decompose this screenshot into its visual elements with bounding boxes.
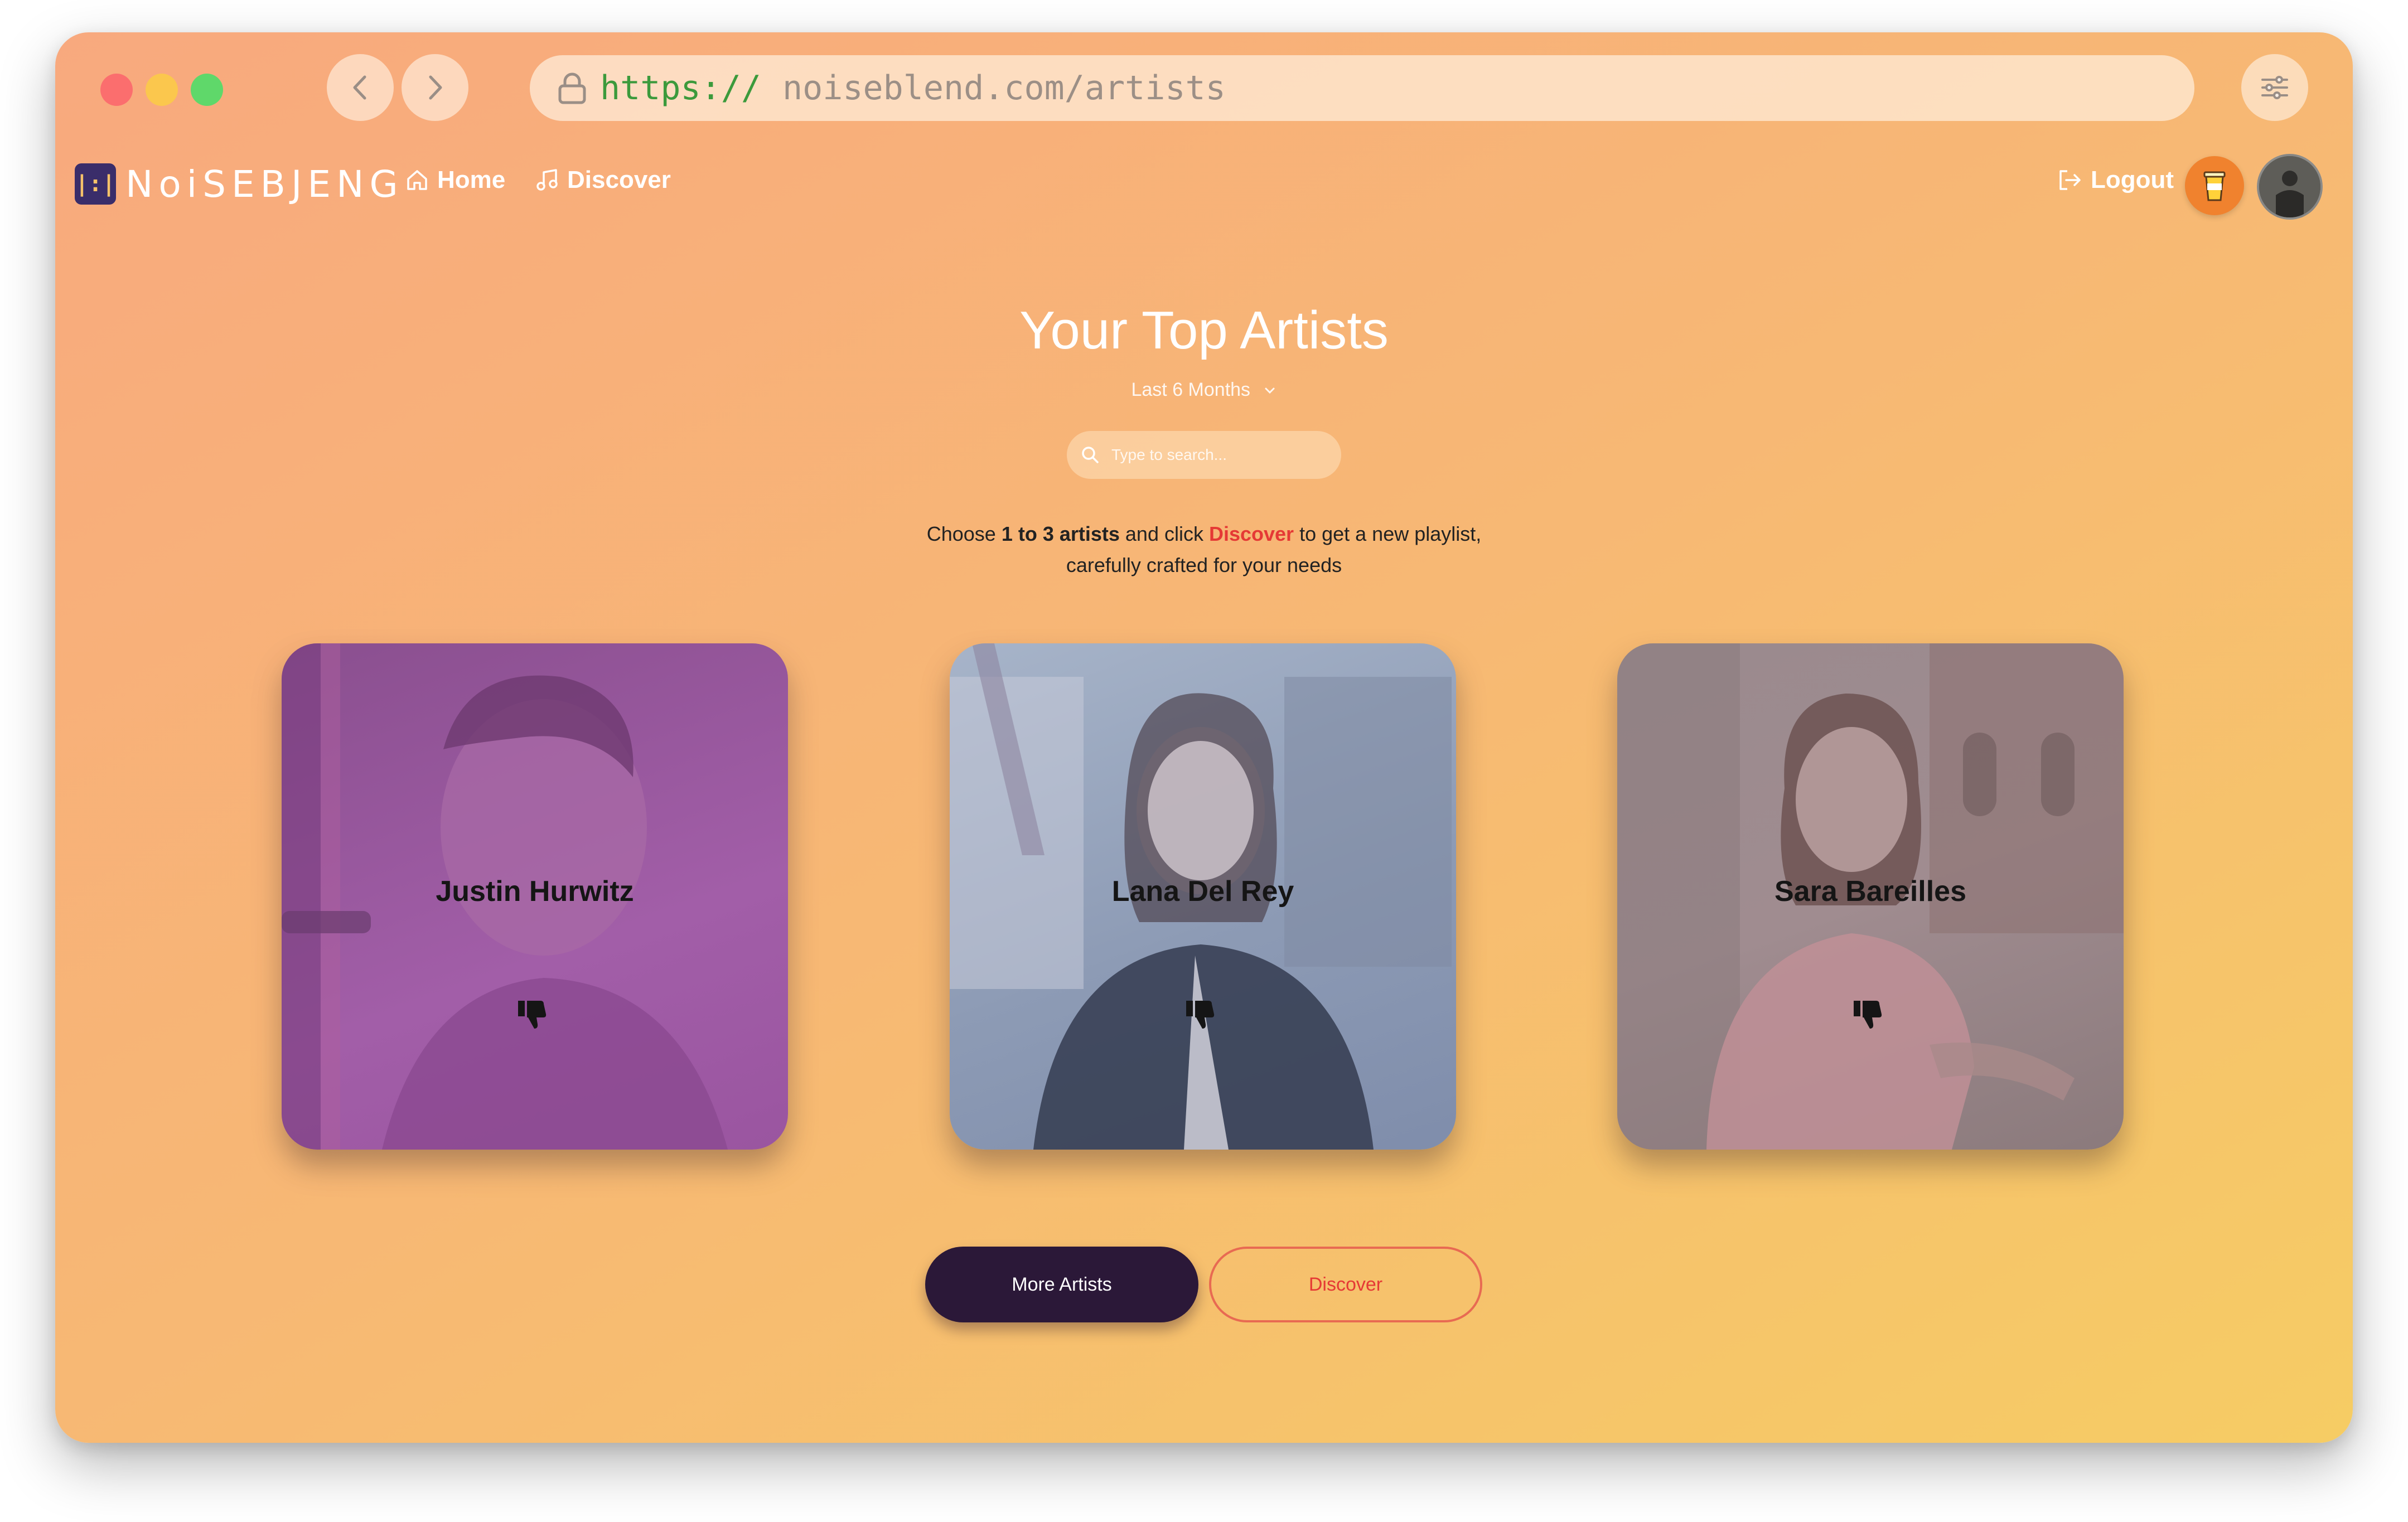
instructions-part1: Choose [926,522,1002,545]
instructions-part2: and click [1119,522,1209,545]
artist-name: Sara Bareilles [1774,875,1967,908]
search-icon [1082,447,1099,463]
maximize-window-button[interactable] [191,74,223,106]
artist-card[interactable]: Lana Del Rey [950,643,1456,1150]
close-window-button[interactable] [100,74,133,106]
url-protocol: https:// [600,69,761,108]
browser-forward-button[interactable] [402,54,468,121]
instructions-accent: Discover [1208,522,1294,545]
browser-settings-button[interactable] [2241,54,2308,121]
user-avatar[interactable] [2257,154,2323,220]
artist-name: Lana Del Rey [1111,875,1294,908]
instructions-line2: carefully crafted for your needs [1066,554,1342,576]
coffee-cup-icon [2203,171,2226,201]
address-bar[interactable]: https:// noiseblend.com/artists [530,55,2194,121]
chevron-left-icon [353,75,366,100]
url-host: noiseblend.com/artists [782,69,1226,108]
chevron-right-icon [429,75,442,100]
logout-icon [2059,170,2081,190]
chevron-down-icon [1265,387,1274,394]
nav-home-link[interactable]: Home [405,166,505,194]
artist-search [1067,431,1341,479]
instructions-bold: 1 to 3 artists [1001,522,1120,545]
instructions-text: Choose 1 to 3 artists and click Discover… [55,518,2353,581]
logout-label: Logout [2091,166,2174,193]
app-navbar: |:| NoiSEBJENG Home Discover Logout [55,154,2353,239]
browser-window: https:// noiseblend.com/artists |:| NoiS… [55,32,2353,1443]
nav-home-label: Home [437,166,506,193]
sliders-icon [2261,76,2288,99]
logo-text[interactable]: NoiSEBJENG [125,162,404,207]
discover-button[interactable]: Discover [1209,1247,1482,1322]
artist-card[interactable]: Justin Hurwitz [282,643,788,1150]
instructions-part3: to get a new playlist, [1294,522,1482,545]
page-title: Your Top Artists [1019,300,1389,360]
thumbs-down-icon[interactable] [516,997,549,1031]
thumbs-down-icon[interactable] [1184,997,1217,1031]
time-range-label: Last 6 Months [1131,379,1251,400]
buy-coffee-button[interactable] [2185,156,2244,215]
artist-name: Justin Hurwitz [436,875,634,908]
nav-discover-link[interactable]: Discover [535,166,671,194]
more-artists-button[interactable]: More Artists [925,1247,1198,1322]
time-range-dropdown[interactable]: Last 6 Months [55,379,2353,401]
search-input[interactable] [1110,445,1324,464]
logo-mark[interactable]: |:| [75,163,116,205]
logout-link[interactable]: Logout [2057,166,2174,194]
thumbs-down-icon[interactable] [1851,997,1885,1031]
artist-card[interactable]: Sara Bareilles [1617,643,2124,1150]
minimize-window-button[interactable] [146,74,178,106]
music-note-icon [536,169,558,191]
nav-discover-label: Discover [567,166,671,193]
browser-back-button[interactable] [327,54,394,121]
lock-icon [557,71,588,105]
home-icon [407,170,427,190]
